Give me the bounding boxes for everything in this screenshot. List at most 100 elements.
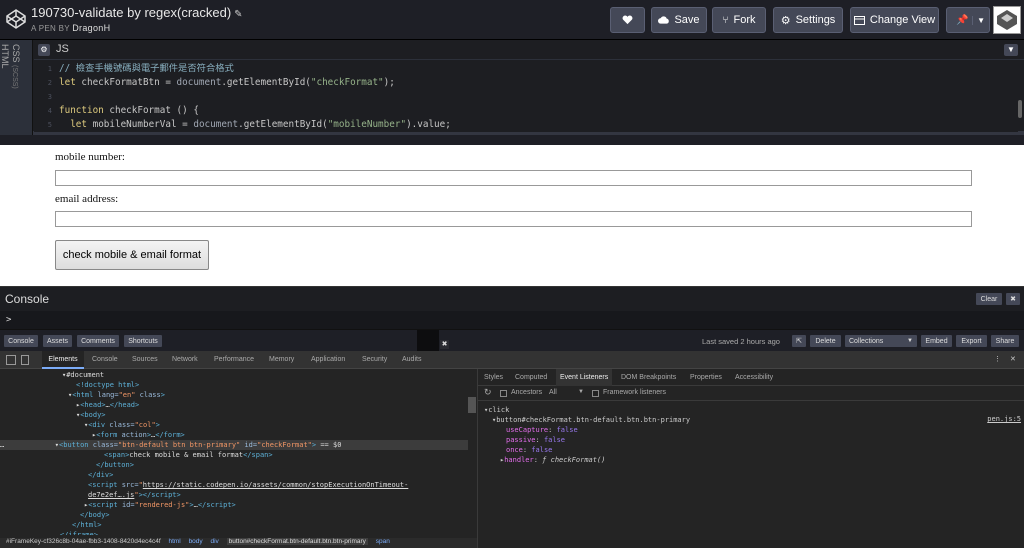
js-code-area[interactable]: 1 // 檢查手機號碼與電子郵件是否符合格式 2 let checkFormatBtn…: [34, 62, 1018, 132]
collapsed-editor-tabs: HTML CSS (SCSS): [0, 40, 33, 135]
tab-computed[interactable]: Computed: [515, 369, 547, 386]
devtools-tab-console[interactable]: Console: [92, 351, 118, 369]
event-target-row[interactable]: ▾button#checkFormat.btn-default.btn.btn-…: [492, 415, 690, 425]
code-token: let: [59, 77, 82, 88]
code-token: document: [176, 77, 222, 88]
elements-tree[interactable]: ▾#document <!doctype html> ▾<html lang="…: [0, 369, 477, 535]
console-close-icon[interactable]: ✖: [1006, 293, 1020, 305]
footer-comments-button[interactable]: Comments: [77, 335, 119, 347]
devtools-tab-memory[interactable]: Memory: [269, 351, 294, 369]
code-line[interactable]: 4 function checkFormat () {: [34, 104, 1018, 118]
footer-delete-button[interactable]: Delete: [810, 335, 841, 347]
footer-assets-button[interactable]: Assets: [43, 335, 72, 347]
code-token: function: [59, 105, 110, 116]
email-address-label: email address:: [55, 193, 119, 205]
pen-author: A PEN BY DragonH: [31, 23, 111, 33]
footer-collections-select[interactable]: Collections ▼: [845, 335, 917, 347]
pin-button[interactable]: 📌 ▼: [946, 7, 990, 33]
line-number: 1: [47, 65, 52, 73]
handler-row[interactable]: ▸handler: ƒ checkFormat(): [500, 455, 605, 465]
js-editor-panel: HTML CSS (SCSS) ⚙ JS ▼ 1 // 檢查手機號碼與電子郵件是否…: [0, 40, 1024, 135]
breadcrumb-button[interactable]: button#checkFormat.btn-default.btn.btn-p…: [226, 538, 368, 545]
framework-listeners-checkbox[interactable]: [592, 390, 599, 397]
tab-dom-breakpoints[interactable]: DOM Breakpoints: [621, 369, 676, 386]
check-format-button[interactable]: check mobile & email format: [55, 240, 209, 270]
js-editor-header: ⚙ JS ▼: [34, 40, 1024, 60]
code-token: .getElementById(: [221, 77, 311, 88]
editor-scrollbar[interactable]: [1018, 100, 1022, 118]
line-number: 3: [47, 93, 52, 101]
devtools-tab-network[interactable]: Network: [172, 351, 198, 369]
cloud-icon: [658, 16, 670, 24]
ancestors-checkbox[interactable]: [500, 390, 507, 397]
devtools-tab-application[interactable]: Application: [311, 351, 345, 369]
tab-event-listeners[interactable]: Event Listeners: [556, 369, 613, 386]
event-source-link[interactable]: pen.js:5: [987, 415, 1021, 423]
breadcrumb-iframe[interactable]: #iFrameKey-cf326c8b-04ae-fbb3-1408-8420d…: [0, 538, 161, 545]
devtools-tab-sources[interactable]: Sources: [132, 351, 158, 369]
chevron-down-icon: ▼: [578, 389, 584, 395]
devtools-close-icon[interactable]: ✖: [440, 340, 449, 349]
edit-pencil-icon[interactable]: ✎: [234, 9, 242, 20]
pen-title[interactable]: 190730-validate by regex(cracked) ✎: [31, 5, 243, 20]
console-clear-button[interactable]: Clear: [976, 293, 1002, 305]
save-button[interactable]: Save: [651, 7, 707, 33]
devtools-close-icon[interactable]: ✕: [1010, 351, 1016, 369]
js-editor-dropdown-icon[interactable]: ▼: [1004, 44, 1018, 56]
heart-icon: [622, 15, 633, 25]
code-text: function checkFormat () {: [56, 104, 199, 118]
footer-embed-button[interactable]: Embed: [921, 335, 952, 347]
footer-export-button[interactable]: Export: [956, 335, 987, 347]
code-line[interactable]: 5 let mobileNumberVal = document.getElem…: [34, 118, 1018, 132]
css-tab[interactable]: CSS (SCSS): [11, 44, 21, 89]
user-avatar[interactable]: [993, 6, 1021, 34]
settings-button[interactable]: ⚙ Settings: [773, 7, 843, 33]
gear-icon: ⚙: [780, 14, 791, 27]
devtools-tab-elements[interactable]: Elements: [42, 351, 84, 369]
js-settings-gear-icon[interactable]: ⚙: [38, 44, 50, 56]
tab-properties[interactable]: Properties: [690, 369, 722, 386]
elements-breadcrumb: #iFrameKey-cf326c8b-04ae-fbb3-1408-8420d…: [0, 538, 477, 548]
console-prompt[interactable]: >: [0, 311, 1024, 329]
breadcrumb-div[interactable]: div: [210, 538, 218, 545]
listener-filter-select[interactable]: All: [549, 389, 557, 396]
devtools-tab-performance[interactable]: Performance: [214, 351, 254, 369]
code-line[interactable]: 1 // 檢查手機號碼與電子郵件是否符合格式: [34, 62, 1018, 76]
email-address-input[interactable]: [55, 211, 972, 227]
love-button[interactable]: [610, 7, 645, 33]
device-toolbar-icon[interactable]: [21, 355, 29, 365]
event-click-group[interactable]: ▾click: [484, 405, 509, 415]
devtools-tab-audits[interactable]: Audits: [402, 351, 421, 369]
codepen-logo-icon[interactable]: [6, 9, 26, 29]
console-title: Console: [5, 292, 50, 306]
change-view-button[interactable]: Change View: [850, 7, 939, 33]
breadcrumb-body[interactable]: body: [189, 538, 203, 545]
refresh-icon[interactable]: ↻: [484, 387, 492, 398]
breadcrumb-html[interactable]: html: [168, 538, 180, 545]
footer-share-button[interactable]: Share: [991, 335, 1019, 347]
external-link-icon[interactable]: ⇱: [792, 335, 806, 347]
tab-styles[interactable]: Styles: [484, 369, 503, 386]
event-listener-filters: ↻ Ancestors All ▼ Framework listeners: [478, 386, 1024, 401]
fork-button[interactable]: ⑂ Fork: [712, 7, 766, 33]
code-token: "mobileNumber": [327, 119, 407, 130]
line-number: 2: [47, 79, 52, 87]
inspect-element-icon[interactable]: [6, 355, 16, 365]
code-line[interactable]: 3: [34, 90, 1018, 104]
chevron-down-icon: ▼: [907, 338, 913, 344]
footer-shortcuts-button[interactable]: Shortcuts: [124, 335, 162, 347]
breadcrumb-span[interactable]: span: [376, 538, 390, 545]
devtools-panel: Elements Console Sources Network Perform…: [0, 351, 1024, 548]
elements-scrollbar[interactable]: [468, 397, 476, 413]
mobile-number-input[interactable]: [55, 170, 972, 186]
footer-console-button[interactable]: Console: [4, 335, 38, 347]
author-link[interactable]: DragonH: [72, 23, 110, 33]
code-text: let checkFormatBtn = document.getElement…: [56, 76, 395, 90]
html-tab[interactable]: HTML: [0, 44, 10, 69]
tab-accessibility[interactable]: Accessibility: [735, 369, 773, 386]
code-line[interactable]: 2 let checkFormatBtn = document.getElemen…: [34, 76, 1018, 90]
devtools-menu-icon[interactable]: ⋮: [994, 351, 1001, 369]
devtools-tab-security[interactable]: Security: [362, 351, 387, 369]
selected-element-row[interactable]: … ▾<button class="btn-default btn btn-pr…: [0, 440, 468, 450]
mobile-number-label: mobile number:: [55, 151, 125, 163]
